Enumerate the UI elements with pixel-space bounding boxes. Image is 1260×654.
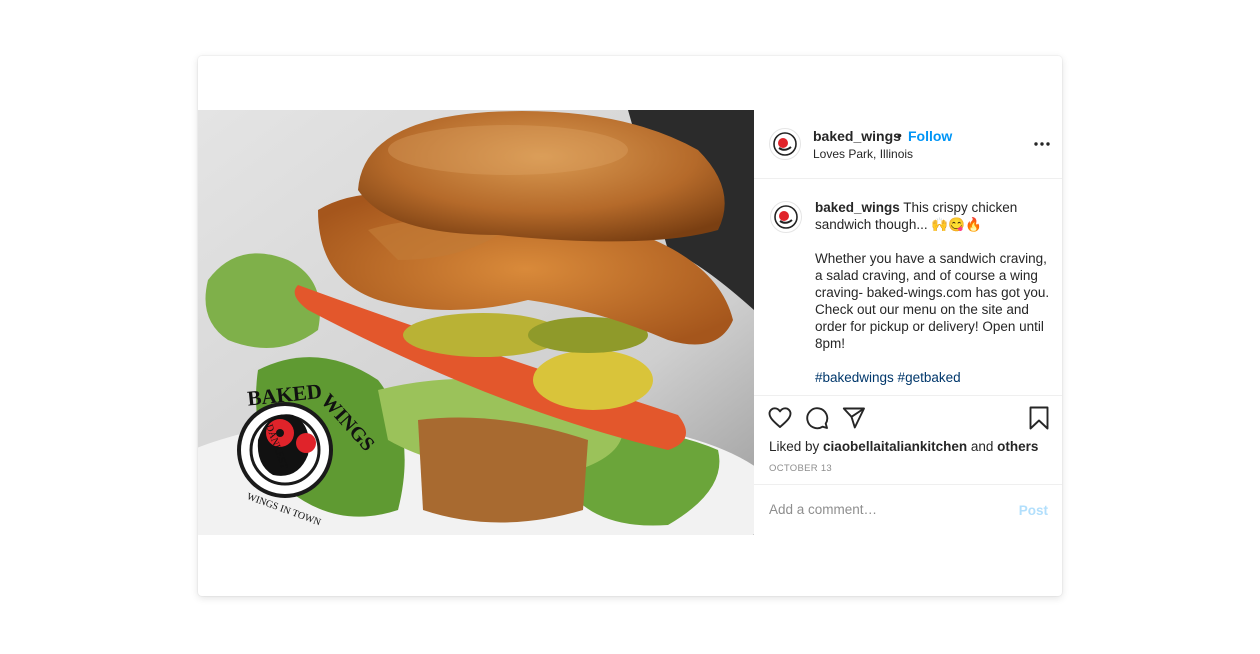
more-options-icon[interactable] xyxy=(1030,132,1054,156)
post-date[interactable]: OCTOBER 13 xyxy=(769,463,832,474)
location-link[interactable]: Loves Park, Illinois xyxy=(813,147,913,161)
post-actions: Liked by ciaobellaitaliankitchen and oth… xyxy=(754,395,1062,486)
follow-button[interactable]: Follow xyxy=(908,128,952,144)
username[interactable]: baked_wings xyxy=(813,128,901,144)
likes-middle: and xyxy=(967,439,998,454)
comment-input[interactable] xyxy=(769,502,999,517)
likes-prefix: Liked by xyxy=(769,439,824,454)
post-header: baked_wings • Follow Loves Park, Illinoi… xyxy=(754,110,1062,179)
hashtags[interactable]: #bakedwings #getbaked xyxy=(815,369,1055,386)
post-image[interactable]: BAKED WINGS DANKEST WINGS IN TOWN xyxy=(198,110,754,535)
post-details-panel: baked_wings • Follow Loves Park, Illinoi… xyxy=(754,110,1062,535)
comment-icon[interactable] xyxy=(804,405,830,431)
liked-by-user[interactable]: ciaobellaitaliankitchen xyxy=(823,439,967,454)
post-caption: baked_wings This crispy chicken sandwich… xyxy=(815,199,1055,395)
sandwich-photo: BAKED WINGS DANKEST WINGS IN TOWN xyxy=(198,110,754,535)
likes-others[interactable]: others xyxy=(997,439,1038,454)
caption-avatar[interactable] xyxy=(770,201,802,233)
separator-dot: • xyxy=(897,127,902,143)
likes-summary: Liked by ciaobellaitaliankitchen and oth… xyxy=(769,439,1038,454)
add-comment-bar: Post xyxy=(754,484,1062,536)
bookmark-icon[interactable] xyxy=(1026,405,1052,431)
share-icon[interactable] xyxy=(841,405,867,431)
post-comment-button[interactable]: Post xyxy=(1019,503,1048,518)
caption-username[interactable]: baked_wings xyxy=(815,200,900,215)
caption-paragraph: Whether you have a sandwich craving, a s… xyxy=(815,251,1050,351)
avatar[interactable] xyxy=(769,128,801,160)
comments-section: baked_wings This crispy chicken sandwich… xyxy=(754,179,1062,395)
heart-icon[interactable] xyxy=(767,405,793,431)
